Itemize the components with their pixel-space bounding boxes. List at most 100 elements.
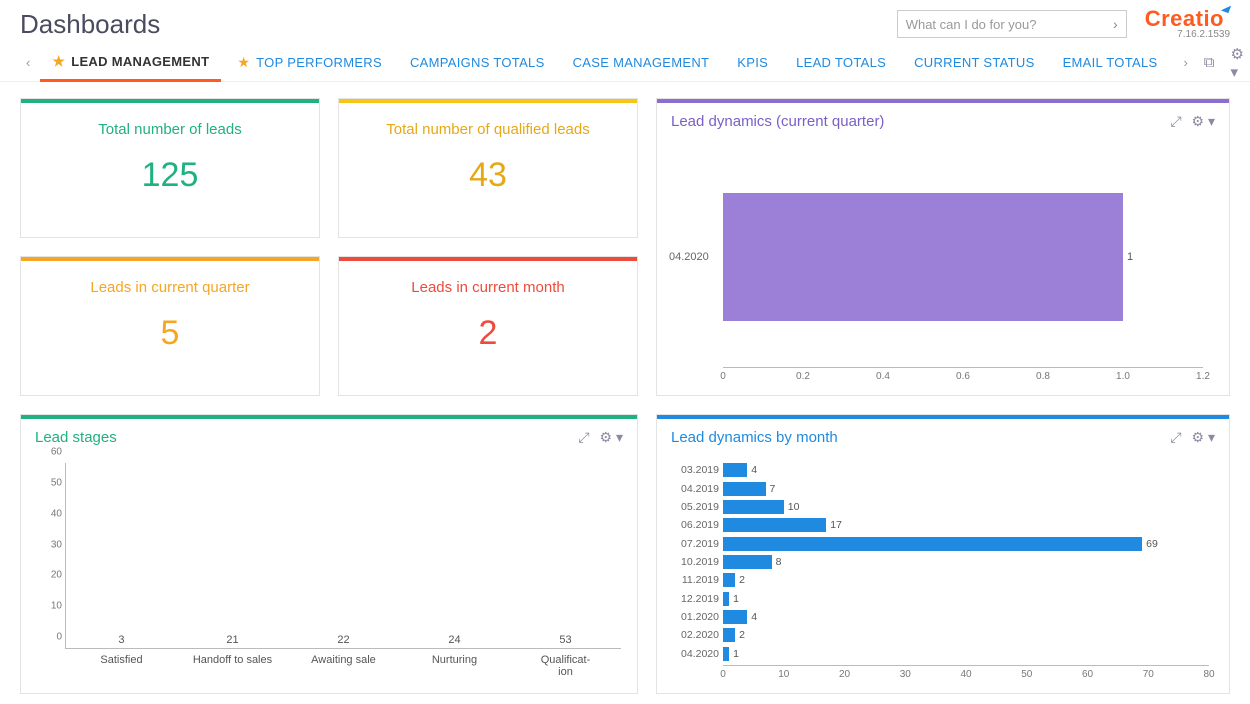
- axis-category: Qualificat-ion: [515, 648, 616, 678]
- app-version: 7.16.2.1539: [1145, 30, 1230, 40]
- tabs-scroll-right[interactable]: ›: [1177, 55, 1193, 70]
- axis-category: 05.2019: [667, 501, 719, 513]
- axis-category: 06.2019: [667, 519, 719, 531]
- axis-tick: 40: [960, 669, 971, 680]
- bar-value-label: 22: [337, 634, 349, 646]
- metric-value: 2: [347, 314, 629, 353]
- axis-category: 02.2020: [667, 629, 719, 641]
- tabs-scroll-left[interactable]: ‹: [20, 55, 36, 70]
- axis-tick: 40: [51, 508, 66, 519]
- chart-bar: [723, 610, 747, 624]
- chevron-right-icon: ›: [1113, 16, 1118, 32]
- axis-tick: 60: [51, 447, 66, 458]
- metric-title: Leads in current month: [347, 279, 629, 296]
- panel-lead-dynamics-month: Lead dynamics by month ⤢ ⚙ ▾ 03.2019404.…: [656, 414, 1230, 694]
- metric-value: 125: [29, 156, 311, 195]
- page-title: Dashboards: [20, 9, 897, 40]
- tab-top-performers[interactable]: ★ TOP PERFORMERS: [225, 44, 394, 82]
- expand-icon[interactable]: ⤢: [568, 429, 589, 446]
- gear-icon[interactable]: ⚙ ▾: [1182, 113, 1215, 130]
- bar-value-label: 69: [1146, 538, 1158, 550]
- bar-value-label: 2: [739, 629, 745, 641]
- tab-label: LEAD TOTALS: [796, 55, 886, 70]
- bar-value-label: 2: [739, 574, 745, 586]
- tab-case-management[interactable]: CASE MANAGEMENT: [561, 44, 722, 82]
- metric-value: 43: [347, 156, 629, 195]
- chart-bar: [723, 193, 1123, 322]
- metric-qualified-leads: Total number of qualified leads 43: [338, 98, 638, 238]
- tab-label: EMAIL TOTALS: [1063, 55, 1158, 70]
- metric-title: Leads in current quarter: [29, 279, 311, 296]
- app-header: Dashboards What can I do for you? › Crea…: [0, 0, 1250, 44]
- metric-title: Total number of qualified leads: [347, 121, 629, 138]
- axis-category: Satisfied: [71, 648, 172, 666]
- axis-tick: 70: [1143, 669, 1154, 680]
- star-icon: ★: [237, 54, 250, 71]
- axis-category: Awaiting sale: [293, 648, 394, 666]
- tab-email-totals[interactable]: EMAIL TOTALS: [1051, 44, 1170, 82]
- bar-value-label: 8: [776, 556, 782, 568]
- tab-lead-management[interactable]: ★LEAD MANAGEMENT: [40, 44, 221, 82]
- bar-value-label: 3: [118, 634, 124, 646]
- chart-bar: [723, 573, 735, 587]
- metric-leads-month: Leads in current month 2: [338, 256, 638, 396]
- panel-lead-dynamics-quarter: Lead dynamics (current quarter) ⤢ ⚙ ▾ 04…: [656, 98, 1230, 396]
- chart-bar: [723, 647, 729, 661]
- tab-current-status[interactable]: CURRENT STATUS: [902, 44, 1046, 82]
- panel-title: Lead stages: [35, 429, 568, 446]
- global-search-input[interactable]: What can I do for you? ›: [897, 10, 1127, 38]
- bar-value-label: 1: [733, 593, 739, 605]
- gear-icon[interactable]: ⚙ ▾: [590, 429, 623, 446]
- axis-tick: 0.4: [876, 371, 890, 382]
- chart-bar: [723, 482, 766, 496]
- panel-title: Lead dynamics (current quarter): [671, 113, 1160, 130]
- axis-category: Nurturing: [404, 648, 505, 666]
- axis-category: 04.2019: [667, 483, 719, 495]
- axis-tick: 0: [720, 669, 726, 680]
- expand-icon[interactable]: ⤢: [1160, 429, 1181, 446]
- metric-title: Total number of leads: [29, 121, 311, 138]
- tab-campaigns-totals[interactable]: CAMPAIGNS TOTALS: [398, 44, 557, 82]
- axis-tick: 0.8: [1036, 371, 1050, 382]
- fullscreen-toggle-icon[interactable]: ⧉: [1198, 54, 1221, 71]
- bar-value-label: 24: [448, 634, 460, 646]
- axis-category: 07.2019: [667, 538, 719, 550]
- axis-category: 03.2019: [667, 464, 719, 476]
- axis-tick: 30: [51, 539, 66, 550]
- chart-bar: [723, 555, 772, 569]
- tab-label: CASE MANAGEMENT: [573, 55, 710, 70]
- axis-category: Handoff to sales: [182, 648, 283, 666]
- tab-label: TOP PERFORMERS: [256, 55, 382, 70]
- metric-total-leads: Total number of leads 125: [20, 98, 320, 238]
- tab-label: CURRENT STATUS: [914, 55, 1034, 70]
- bar-value-label: 4: [751, 464, 757, 476]
- brand-logo: Creatio: [1145, 6, 1224, 31]
- axis-tick: 0.2: [796, 371, 810, 382]
- axis-tick: 50: [51, 477, 66, 488]
- chart-bar: [723, 463, 747, 477]
- axis-tick: 30: [900, 669, 911, 680]
- axis-tick: 10: [51, 601, 66, 612]
- axis-tick: 80: [1203, 669, 1214, 680]
- bar-value-label: 7: [770, 483, 776, 495]
- bar-value-label: 17: [830, 519, 842, 531]
- axis-tick: 20: [839, 669, 850, 680]
- chart-bar: [723, 537, 1142, 551]
- axis-tick: 1.2: [1196, 371, 1210, 382]
- bar-value-label: 1: [1127, 251, 1133, 263]
- tab-label: KPIS: [737, 55, 768, 70]
- settings-gear-icon[interactable]: ⚙ ▾: [1225, 45, 1250, 81]
- axis-category: 12.2019: [667, 593, 719, 605]
- metric-leads-quarter: Leads in current quarter 5: [20, 256, 320, 396]
- axis-category: 10.2019: [667, 556, 719, 568]
- brand-block: Creatio 7.16.2.1539: [1145, 8, 1230, 40]
- bar-value-label: 21: [226, 634, 238, 646]
- axis-tick: 0: [720, 371, 726, 382]
- chart-bar: [723, 500, 784, 514]
- tab-label: CAMPAIGNS TOTALS: [410, 55, 545, 70]
- axis-tick: 0: [56, 632, 66, 643]
- expand-icon[interactable]: ⤢: [1160, 113, 1181, 130]
- tab-kpis[interactable]: KPIS: [725, 44, 780, 82]
- tab-lead-totals[interactable]: LEAD TOTALS: [784, 44, 898, 82]
- gear-icon[interactable]: ⚙ ▾: [1182, 429, 1215, 446]
